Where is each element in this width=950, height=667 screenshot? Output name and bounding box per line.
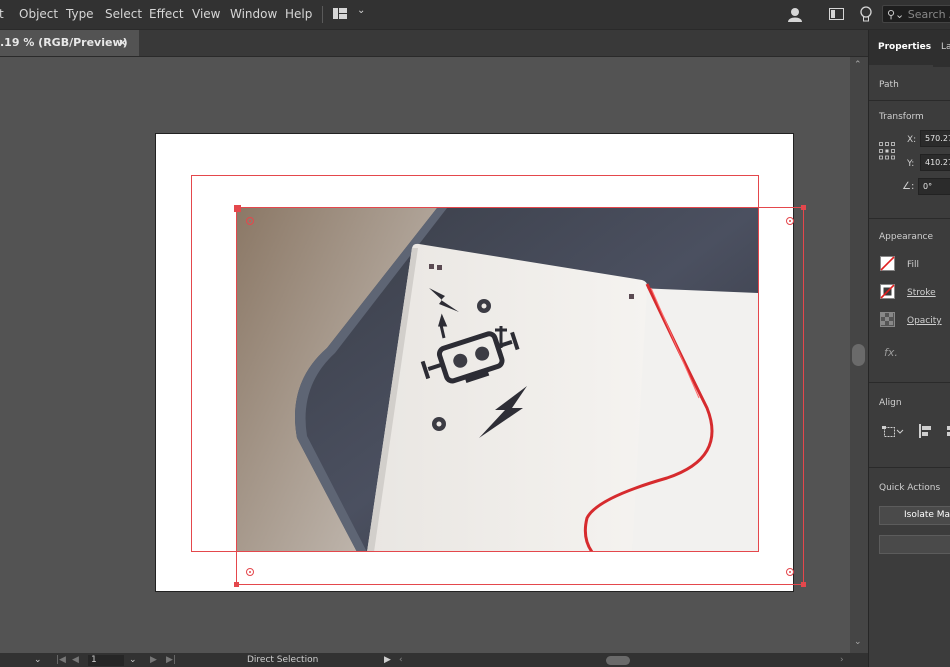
current-tool-label: Direct Selection [247,655,319,665]
scroll-down-icon[interactable]: ⌄ [854,637,862,647]
rotate-angle-field[interactable]: 0° [918,178,950,195]
anchor-handle-bottom-left[interactable] [234,582,239,587]
menu-effect[interactable]: Effect [149,7,184,21]
fill-none-swatch-icon[interactable] [880,256,895,271]
quick-actions-heading: Quick Actions [879,483,941,493]
workspace-chevron-down-icon[interactable]: ⌄ [357,5,365,16]
align-heading: Align [879,398,902,408]
document-tab-title: .19 % (RGB/Preview) [0,36,128,49]
bounding-box-image[interactable] [236,207,804,585]
last-artboard-icon[interactable]: ▶| [166,655,176,665]
y-position-field[interactable]: 410.27 [920,154,950,171]
status-menu-arrow-icon[interactable]: ▶ [384,655,391,665]
workspace-layout-icon[interactable] [333,8,347,19]
align-to-selection-icon[interactable] [882,424,904,438]
fx-effects-icon[interactable]: fx. [884,346,898,359]
artboard-number-value: 1 [91,655,97,665]
anchor-handle-top-right[interactable] [801,205,806,210]
selected-anchor-handle[interactable] [234,205,241,212]
artboard-number-field[interactable]: 1 [88,655,124,666]
corner-widget-bottom-right[interactable] [786,568,794,576]
menu-help[interactable]: Help [285,7,312,21]
x-position-field[interactable]: 570.27 [920,130,950,147]
arrange-documents-icon[interactable] [829,8,844,20]
transform-heading: Transform [879,112,924,122]
anchor-handle-bottom-right[interactable] [801,582,806,587]
document-tab[interactable]: .19 % (RGB/Preview) × [0,30,139,56]
appearance-heading: Appearance [879,232,934,242]
previous-artboard-icon[interactable]: ◀ [72,655,79,665]
corner-widget-top-left[interactable] [246,217,254,225]
corner-widget-top-right[interactable] [786,217,794,225]
x-label: X: [907,135,917,145]
panel-divider [869,467,950,468]
opacity-checker-icon[interactable] [880,312,895,327]
stroke-label[interactable]: Stroke [907,288,936,298]
hscroll-right-icon[interactable]: › [840,655,844,665]
search-icon: ⚲⌄ [887,8,905,21]
panel-divider [869,218,950,219]
panel-tab-bar: Properties La [869,30,950,67]
active-tab-indicator [869,65,933,67]
menu-divider [322,6,323,23]
status-bar: ⌄ |◀ ◀ 1 ⌄ ▶ ▶| Direct Selection ▶ ‹ › [0,653,868,667]
properties-panel: Properties La Path Transform X: 570.27 Y… [868,30,950,667]
menu-bar: t Object Type Select Effect View Window … [0,0,950,30]
panel-divider [869,100,950,101]
search-help-input[interactable]: ⚲⌄ Search Ad [882,5,950,23]
tab-properties[interactable]: Properties [878,42,931,52]
menu-window[interactable]: Window [230,7,277,21]
stroke-none-swatch-icon[interactable] [880,284,895,299]
y-label: Y: [907,159,915,169]
rotate-angle-icon: ∠: [902,181,915,192]
discover-lightbulb-icon[interactable] [860,6,872,23]
next-artboard-icon[interactable]: ▶ [150,655,157,665]
search-placeholder: Search Ad [907,8,950,21]
menu-select[interactable]: Select [105,7,142,21]
menu-view[interactable]: View [192,7,220,21]
panel-divider [869,382,950,383]
first-artboard-icon[interactable]: |◀ [56,655,66,665]
scroll-up-icon[interactable]: ⌃ [854,60,862,70]
opacity-label[interactable]: Opacity [907,316,942,326]
tab-layers[interactable]: La [941,42,950,52]
align-center-icon[interactable] [945,424,950,438]
user-account-icon[interactable] [787,6,803,22]
fill-label: Fill [907,260,920,270]
close-tab-icon[interactable]: × [118,30,127,56]
horizontal-scrollbar-thumb[interactable] [606,656,630,665]
reference-point-icon[interactable] [879,142,895,160]
selection-type-label: Path [879,80,899,90]
menu-object[interactable]: Object [19,7,58,21]
menu-edit[interactable]: t [0,7,4,21]
hscroll-left-icon[interactable]: ‹ [399,655,403,665]
isolate-mask-button[interactable]: Isolate Mask [879,506,950,525]
menu-type[interactable]: Type [66,7,94,21]
scrollbar-thumb[interactable] [852,344,865,366]
zoom-chevron-down-icon[interactable]: ⌄ [34,655,42,665]
artboard-list-chevron-icon[interactable]: ⌄ [129,655,137,665]
quick-action-button-2[interactable] [879,535,950,554]
align-left-icon[interactable] [919,424,933,438]
vertical-scrollbar[interactable]: ⌃ ⌄ [850,57,868,653]
document-tab-bar: .19 % (RGB/Preview) × [0,30,868,57]
corner-widget-bottom-left[interactable] [246,568,254,576]
